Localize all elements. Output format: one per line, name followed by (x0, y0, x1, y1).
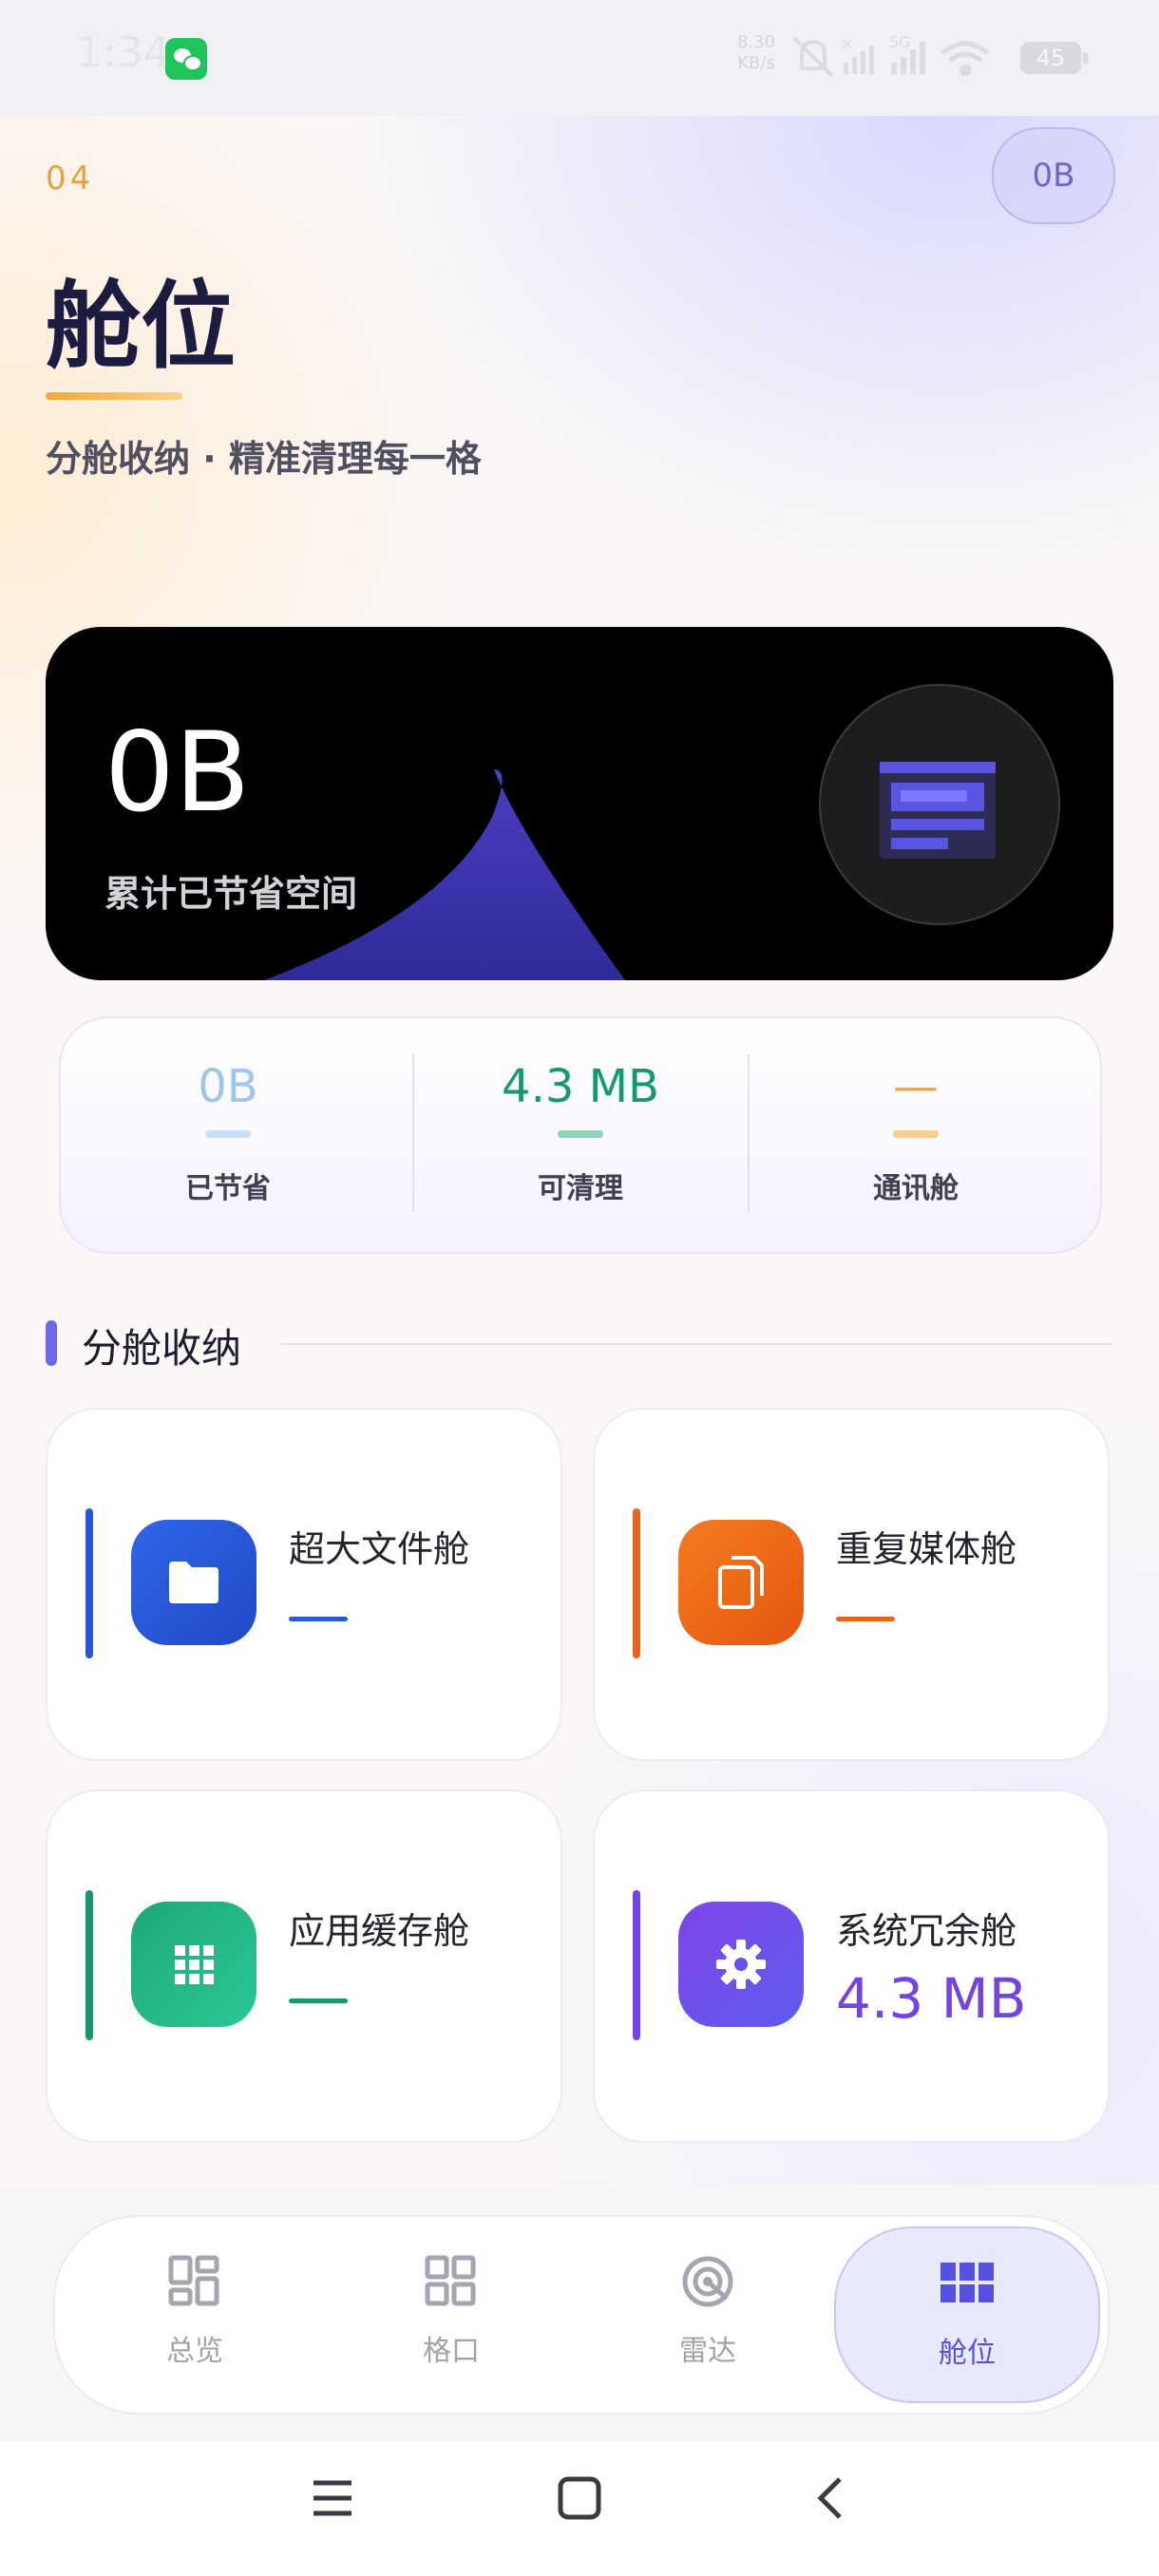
nav-item-slots[interactable]: 格口 (332, 2217, 570, 2413)
stat-cleanable: 4.3 MB 可清理 (413, 1018, 748, 1252)
nav-label: 雷达 (679, 2335, 736, 2368)
card-system-redundancy[interactable]: 系统冗余舱 4.3 MB (593, 1790, 1110, 2143)
section-divider (281, 1343, 1113, 1345)
folder-icon-tile (131, 1520, 256, 1645)
card-title: 应用缓存舱 (289, 1910, 470, 1952)
folder-icon (169, 1562, 218, 1603)
card-accent-stripe (633, 1508, 640, 1658)
card-value-placeholder (836, 1617, 895, 1621)
grid-icon-tile (131, 1902, 256, 2027)
card-title: 超大文件舱 (289, 1528, 470, 1570)
card-accent-stripe (86, 1508, 93, 1658)
net-speed: 8.30 KB/s (737, 32, 775, 74)
section-title: 分舱收纳 (82, 1325, 242, 1372)
card-value-placeholder (289, 1617, 348, 1621)
saved-space-value: 0B (104, 709, 251, 837)
card-large-files[interactable]: 超大文件舱 (46, 1408, 562, 1761)
wechat-notification-icon (165, 38, 207, 80)
stat-label: 通讯舱 (873, 1172, 959, 1205)
grid-icon (425, 2255, 476, 2306)
grid-icon (175, 1945, 214, 1984)
stat-comms: — 通讯舱 (749, 1018, 1083, 1252)
nav-label: 格口 (423, 2335, 480, 2368)
signal-5g-icon: 5G (889, 34, 925, 74)
section-marker (46, 1320, 57, 1366)
stat-value: 4.3 MB (502, 1060, 659, 1113)
status-bar: 1:34 8.30 KB/s × 5G 45 (0, 0, 1159, 116)
stat-bar (205, 1130, 251, 1138)
card-title: 重复媒体舱 (836, 1528, 1017, 1570)
card-app-cache[interactable]: 应用缓存舱 (46, 1790, 562, 2143)
radar-icon (682, 2256, 733, 2307)
gear-icon (716, 1940, 766, 1989)
menu-icon[interactable] (310, 2475, 355, 2521)
modules-icon (940, 2263, 994, 2302)
stat-saved: 0B 已节省 (61, 1018, 395, 1252)
card-value: 4.3 MB (836, 1966, 1027, 2031)
battery-icon: 45 (1020, 42, 1088, 74)
gear-icon-tile (678, 1902, 804, 2027)
document-icon (880, 762, 996, 859)
card-accent-stripe (633, 1890, 640, 2040)
stat-value: — (893, 1060, 939, 1113)
stat-bar (893, 1130, 939, 1138)
saved-space-label: 累计已节省空间 (104, 873, 358, 915)
nav-item-overview[interactable]: 总览 (76, 2217, 314, 2413)
header-number: 04 (46, 160, 95, 198)
copy-icon (718, 1556, 764, 1609)
nav-label: 舱位 (939, 2337, 996, 2370)
page-title: 舱位 (46, 270, 236, 382)
stat-label: 可清理 (538, 1172, 623, 1205)
wifi-icon (940, 41, 990, 77)
nav-item-compartments[interactable]: 舱位 (834, 2226, 1100, 2403)
title-underline (46, 392, 182, 400)
stat-label: 已节省 (185, 1172, 271, 1205)
card-duplicate-media[interactable]: 重复媒体舱 (593, 1408, 1110, 1761)
system-navigation-bar (0, 2441, 1159, 2576)
stat-bar (558, 1130, 603, 1138)
dashboard-icon (168, 2255, 219, 2306)
card-value-placeholder (289, 1998, 348, 2003)
back-icon[interactable] (808, 2475, 853, 2521)
card-title: 系统冗余舱 (836, 1910, 1017, 1952)
nav-label: 总览 (166, 2335, 223, 2368)
page-subtitle: 分舱收纳 · 精准清理每一格 (46, 438, 482, 480)
status-time: 1:34 (76, 28, 170, 77)
size-badge[interactable]: 0B (992, 127, 1115, 224)
bottom-navigation: 总览 格口 雷达 舱位 (53, 2215, 1110, 2415)
card-accent-stripe (86, 1890, 93, 2040)
copy-icon-tile (678, 1520, 804, 1645)
stats-panel: 0B 已节省 4.3 MB 可清理 — 通讯舱 (59, 1016, 1102, 1254)
nav-item-radar[interactable]: 雷达 (589, 2217, 826, 2413)
stat-value: 0B (198, 1060, 258, 1113)
net-speed-value: 8.30 (737, 32, 776, 52)
no-signal-icon: × (840, 34, 874, 74)
net-speed-unit: KB/s (737, 53, 775, 73)
svg-text:×: × (840, 34, 854, 54)
home-icon[interactable] (557, 2475, 602, 2521)
network-label: 5G (889, 34, 911, 51)
mute-icon (792, 36, 834, 78)
